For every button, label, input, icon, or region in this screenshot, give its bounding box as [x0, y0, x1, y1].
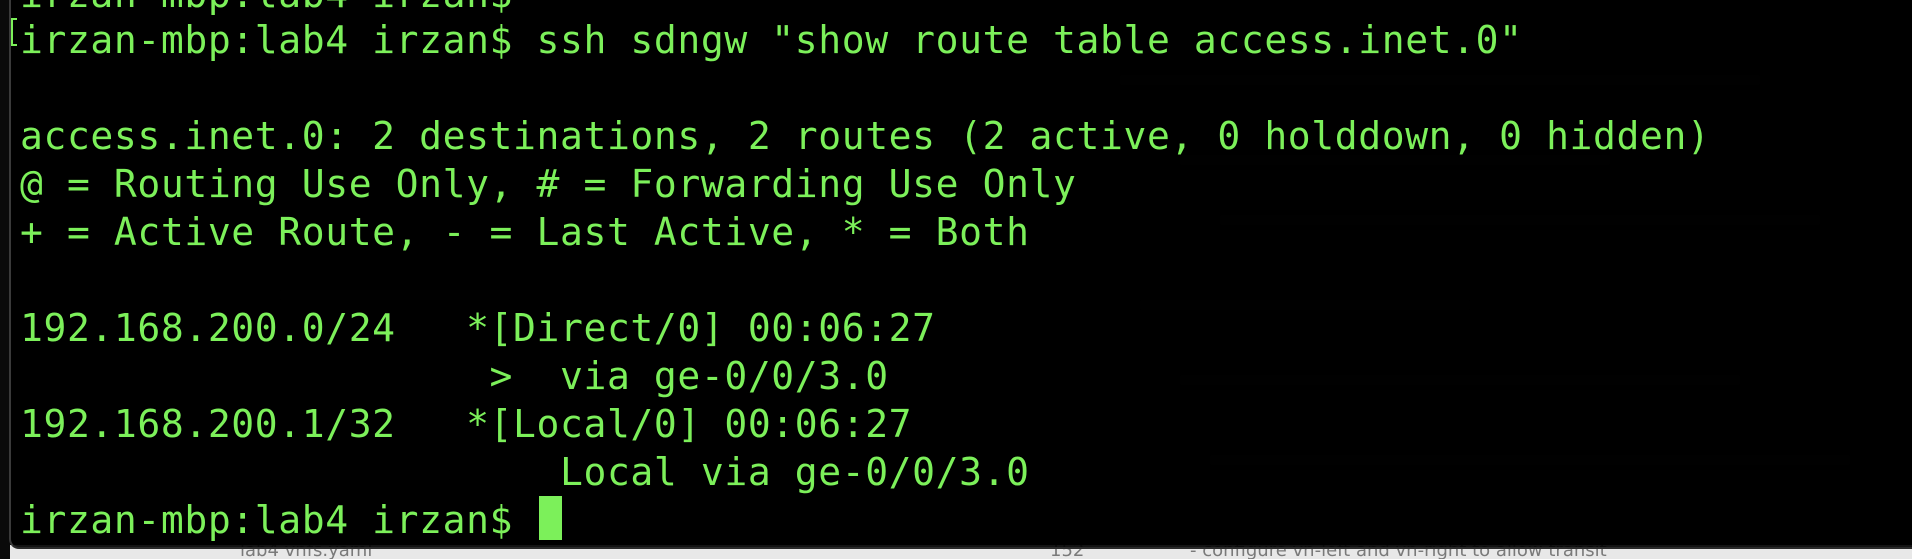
- text-cursor: [538, 496, 562, 540]
- terminal-window[interactable]: irzan-mbp:lab4 irzan$ irzan-mbp:lab4 irz…: [9, 0, 1912, 549]
- output-line-1: access.inet.0: 2 destinations, 2 routes …: [20, 114, 1711, 158]
- route-entry-2-nexthop: Local via ge-0/0/3.0: [20, 450, 1030, 494]
- prompt-text: irzan-mbp:lab4 irzan$: [20, 498, 537, 542]
- output-line-2: @ = Routing Use Only, # = Forwarding Use…: [20, 162, 1077, 206]
- route-entry-1: 192.168.200.0/24 *[Direct/0] 00:06:27: [20, 306, 936, 350]
- route-entry-1-nexthop: > via ge-0/0/3.0: [20, 354, 889, 398]
- output-line-3: + = Active Route, - = Last Active, * = B…: [20, 210, 1030, 254]
- selection-bracket-icon: [11, 18, 17, 46]
- desktop: lab4 vnfs.yaml 152 - configure vn-left a…: [0, 0, 1912, 559]
- command-line: irzan-mbp:lab4 irzan$ ssh sdngw "show ro…: [20, 18, 1523, 62]
- current-prompt-line[interactable]: irzan-mbp:lab4 irzan$: [20, 496, 562, 544]
- route-entry-2: 192.168.200.1/32 *[Local/0] 00:06:27: [20, 402, 913, 446]
